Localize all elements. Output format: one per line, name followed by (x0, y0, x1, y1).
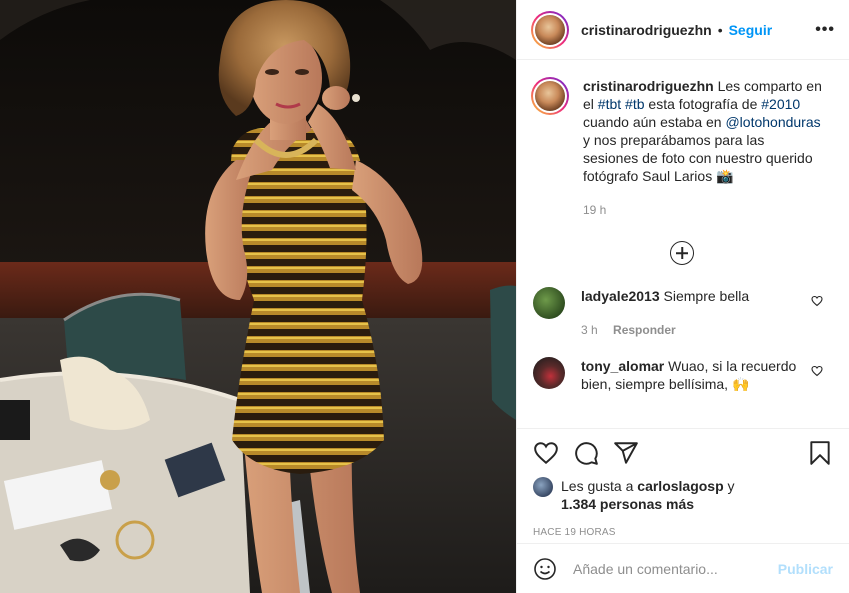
caption-username[interactable]: cristinarodriguezhn (583, 78, 714, 94)
caption-text-2: esta fotografía de (644, 96, 762, 112)
plus-circle-icon[interactable] (670, 241, 694, 265)
post-side-panel: cristinarodriguezhn • Seguir ••• cristin… (516, 0, 849, 593)
publish-button[interactable]: Publicar (778, 561, 833, 577)
post-actions: Les gusta a carloslagosp y 1.384 persona… (517, 428, 849, 538)
load-more-comments[interactable] (531, 241, 833, 265)
likes-mid: y (723, 478, 735, 494)
author-username[interactable]: cristinarodriguezhn (581, 22, 712, 38)
hashtag-tbt[interactable]: #tbt (598, 96, 621, 112)
follow-button[interactable]: Seguir (729, 22, 773, 38)
author-avatar[interactable] (531, 10, 569, 49)
post-header: cristinarodriguezhn • Seguir ••• (517, 0, 849, 60)
post-timestamp[interactable]: HACE 19 HORAS (533, 527, 833, 538)
comments-section[interactable]: cristinarodriguezhn Les comparto en el #… (517, 61, 849, 427)
liker-username[interactable]: carloslagosp (637, 478, 723, 494)
comment-item: ladyale2013 Siempre bella 3 h Responder (531, 287, 833, 339)
author-avatar-image (535, 14, 565, 45)
likes-summary: Les gusta a carloslagosp y 1.384 persona… (533, 477, 833, 513)
comment-username[interactable]: ladyale2013 (581, 288, 660, 304)
share-icon[interactable] (613, 440, 639, 466)
comment-username[interactable]: tony_alomar (581, 358, 664, 374)
separator-dot: • (717, 21, 723, 38)
post-photo-illustration (0, 0, 516, 593)
mention-lotohonduras[interactable]: @lotohonduras (725, 114, 820, 130)
reply-button[interactable]: Responder (613, 323, 676, 337)
hashtag-tb[interactable]: #tb (625, 96, 644, 112)
post-photo[interactable] (0, 0, 516, 593)
comment-item: tony_alomar Wuao, si la recuerdo bien, s… (531, 357, 833, 393)
hashtag-2010[interactable]: #2010 (761, 96, 800, 112)
comment-like-heart-icon[interactable] (811, 295, 823, 307)
comment-input[interactable] (573, 560, 773, 577)
caption: cristinarodriguezhn Les comparto en el #… (531, 77, 833, 219)
comment-avatar[interactable] (533, 287, 565, 319)
caption-timestamp: 19 h (583, 203, 607, 217)
likes-prefix: Les gusta a (561, 478, 638, 494)
comment-like-heart-icon[interactable] (811, 365, 823, 377)
emoji-icon[interactable] (533, 557, 557, 581)
comment-avatar[interactable] (533, 357, 565, 389)
liker-avatar[interactable] (533, 477, 553, 497)
caption-avatar-image (535, 81, 565, 111)
caption-body: cristinarodriguezhn Les comparto en el #… (583, 77, 823, 219)
heart-icon[interactable] (533, 440, 559, 466)
caption-author-avatar[interactable] (531, 77, 569, 115)
add-comment-bar: Publicar (517, 543, 849, 593)
caption-text-3: cuando aún estaba en (583, 114, 726, 130)
caption-text-4: y nos preparábamos para las sesiones de … (583, 132, 813, 184)
comment-text: Siempre bella (663, 288, 750, 304)
comment-icon[interactable] (573, 440, 599, 466)
more-horizontal-icon[interactable]: ••• (815, 21, 835, 39)
likes-count[interactable]: 1.384 personas más (561, 496, 694, 512)
comment-timestamp: 3 h (581, 323, 598, 337)
bookmark-icon[interactable] (807, 440, 833, 466)
